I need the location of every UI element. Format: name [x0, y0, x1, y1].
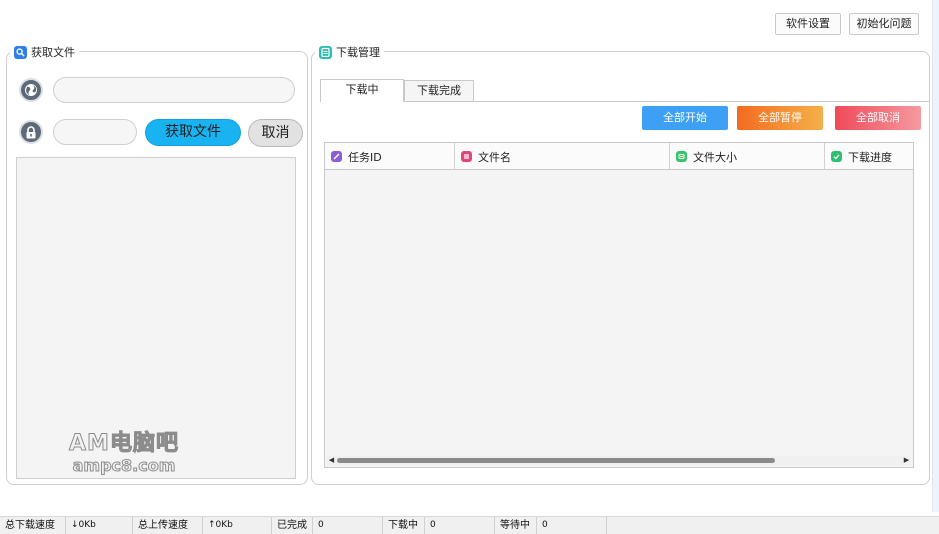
window-edge-scrollbar: [932, 0, 939, 512]
download-manager-panel: 下载管理 下载中 下载完成 全部开始 全部暂停 全部取消 任务ID 文件名 文件…: [311, 44, 930, 485]
column-header-label: 文件名: [478, 150, 511, 164]
column-header-file-size[interactable]: 文件大小: [670, 143, 825, 170]
column-header-file-name[interactable]: 文件名: [455, 143, 670, 170]
table-header: 任务ID 文件名 文件大小 下载进度: [325, 143, 913, 170]
lock-icon: [19, 120, 43, 144]
software-settings-button[interactable]: 软件设置: [775, 13, 841, 35]
watermark-line-2: ampc8.com: [72, 456, 176, 475]
tab-completed[interactable]: 下载完成: [404, 80, 474, 101]
check-icon: [831, 151, 842, 162]
fetch-file-button[interactable]: 获取文件: [145, 119, 241, 146]
downloading-count-label: 下载中: [383, 516, 425, 534]
total-upload-speed-label: 总上传速度: [133, 516, 203, 534]
total-upload-speed-value: ↑0Kb: [203, 516, 272, 534]
fetch-file-panel-label: 获取文件: [31, 46, 75, 59]
total-download-speed-label: 总下载速度: [0, 516, 66, 534]
column-header-download-progress[interactable]: 下载进度: [825, 143, 913, 170]
column-header-task-id[interactable]: 任务ID: [325, 143, 455, 170]
column-header-label: 文件大小: [693, 150, 737, 164]
tab-divider: [320, 101, 929, 102]
cancel-button[interactable]: 取消: [248, 119, 303, 147]
scroll-left-arrow-icon[interactable]: ◀: [327, 456, 336, 465]
search-icon: [14, 45, 27, 59]
horizontal-scrollbar[interactable]: ◀ ▶: [327, 456, 911, 465]
pause-all-button[interactable]: 全部暂停: [737, 106, 823, 130]
start-all-button[interactable]: 全部开始: [642, 106, 728, 130]
initialize-problem-button[interactable]: 初始化问题: [849, 13, 919, 35]
downloading-count-value: 0: [425, 516, 495, 534]
watermark-logo: AM电脑吧 ampc8.com: [54, 431, 194, 476]
download-task-table[interactable]: 任务ID 文件名 文件大小 下载进度 ◀ ▶: [324, 142, 914, 468]
waiting-count-label: 等待中: [495, 516, 537, 534]
download-manager-panel-label: 下载管理: [336, 46, 380, 59]
watermark-line-1: AM电脑吧: [69, 431, 179, 457]
scrollbar-thumb[interactable]: [337, 458, 775, 463]
password-input[interactable]: [53, 119, 137, 145]
clipboard-icon: [319, 45, 332, 59]
waiting-count-value: 0: [537, 516, 607, 534]
total-download-speed-value: ↓0Kb: [66, 516, 133, 534]
column-header-label: 下载进度: [848, 150, 892, 164]
completed-count-value: 0: [313, 516, 383, 534]
edit-icon: [331, 151, 342, 162]
size-icon: [676, 151, 687, 162]
fetch-file-panel: 获取文件 获取文件 取消: [6, 44, 308, 485]
file-icon: [461, 151, 472, 162]
fetch-file-panel-title: 获取文件: [10, 44, 79, 60]
scroll-right-arrow-icon[interactable]: ▶: [902, 456, 911, 465]
completed-count-label: 已完成: [272, 516, 313, 534]
tab-downloading[interactable]: 下载中: [320, 79, 404, 102]
globe-icon: [19, 78, 43, 102]
download-manager-panel-title: 下载管理: [315, 44, 384, 60]
status-bar: 总下载速度 ↓0Kb 总上传速度 ↑0Kb 已完成 0 下载中 0 等待中 0: [0, 516, 939, 534]
column-header-label: 任务ID: [348, 150, 382, 164]
file-url-input[interactable]: [53, 77, 295, 103]
cancel-all-button[interactable]: 全部取消: [835, 106, 921, 130]
